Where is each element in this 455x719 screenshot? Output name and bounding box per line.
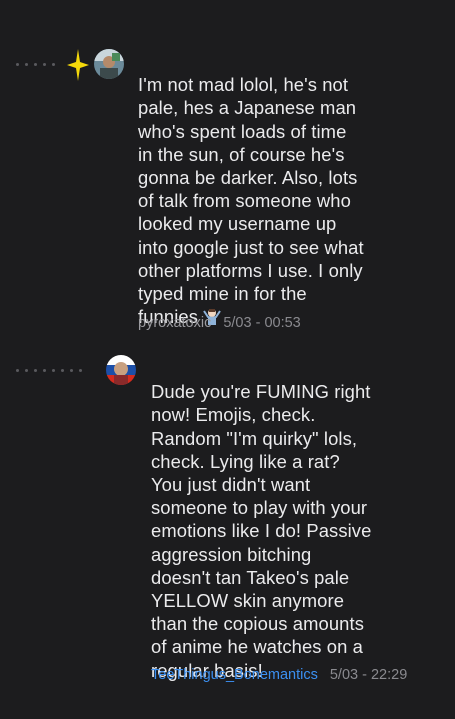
thread-dots-icon [16, 369, 82, 372]
timestamp: 5/03 - 22:29 [329, 667, 408, 683]
comment-body: Dude you're FUMING right now! Emojis, ch… [151, 381, 372, 681]
timestamp: 5/03 - 00:53 [223, 315, 301, 331]
avatar-icon [106, 355, 136, 385]
thread-dots-icon [16, 63, 55, 66]
avatar-icon [94, 49, 124, 79]
author-name[interactable]: TeeThingus_Bonemantics [151, 667, 318, 683]
avatar[interactable] [94, 49, 124, 79]
avatar[interactable] [106, 355, 136, 385]
author-name[interactable]: pyroxatoxic [138, 315, 211, 331]
sparkle-icon [67, 49, 89, 81]
comment-meta: pyroxatoxic 5/03 - 00:53 [138, 315, 301, 331]
comment-body: I'm not mad lolol, he's not pale, hes a … [138, 74, 364, 328]
comment-meta: TeeThingus_Bonemantics 5/03 - 22:29 [151, 667, 407, 683]
